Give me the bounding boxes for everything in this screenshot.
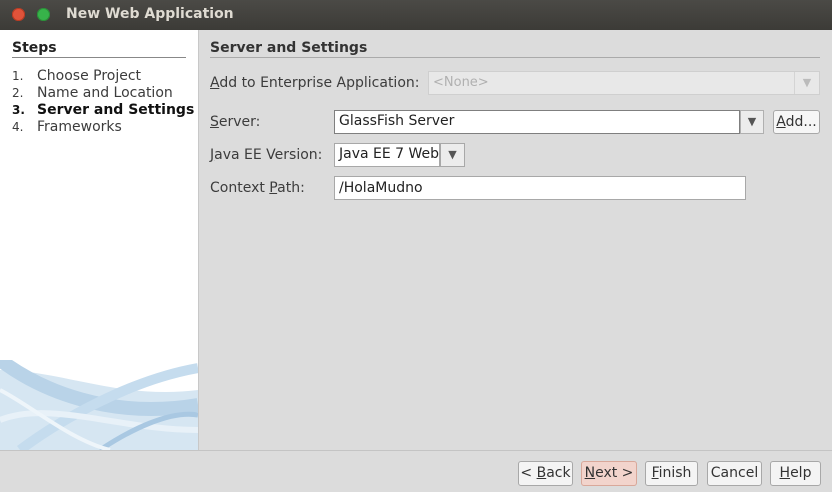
java-ee-version-dropdown-button[interactable]: ▼	[440, 143, 465, 167]
close-window-button[interactable]	[12, 8, 25, 21]
java-ee-version-value: Java EE 7 Web	[339, 146, 440, 162]
help-button[interactable]: Help	[770, 461, 821, 486]
button-bar-divider	[0, 450, 832, 451]
step-number: 2.	[12, 86, 24, 100]
section-title: Server and Settings	[210, 40, 368, 56]
chevron-down-icon: ▼	[794, 72, 819, 94]
java-ee-version-select[interactable]: Java EE 7 Web	[334, 143, 440, 167]
section-divider	[210, 57, 820, 58]
server-label: Server:	[210, 114, 261, 130]
cancel-button[interactable]: Cancel	[707, 461, 762, 486]
step-label: Frameworks	[37, 119, 122, 135]
enterprise-app-value: <None>	[433, 75, 489, 90]
back-button[interactable]: < Back	[518, 461, 573, 486]
panel-divider	[198, 30, 199, 450]
maximize-window-button[interactable]	[37, 8, 50, 21]
step-number: 4.	[12, 120, 24, 134]
step-number: 1.	[12, 69, 24, 83]
enterprise-app-label: Add to Enterprise Application:	[210, 75, 420, 91]
chevron-down-icon: ▼	[448, 148, 457, 161]
step-label: Name and Location	[37, 85, 173, 101]
steps-panel: Steps 1. Choose Project 2. Name and Locati…	[0, 30, 198, 450]
steps-divider	[12, 57, 186, 58]
next-button[interactable]: Next >	[581, 461, 637, 486]
window-title: New Web Application	[66, 6, 234, 22]
server-dropdown-button[interactable]: ▼	[740, 110, 764, 134]
title-bar: New Web Application	[0, 0, 832, 30]
add-server-button[interactable]: Add...	[773, 110, 820, 134]
steps-heading: Steps	[12, 40, 57, 56]
context-path-label: Context Path:	[210, 180, 305, 196]
swoosh-decoration-image	[0, 360, 198, 450]
java-ee-version-label: Java EE Version:	[210, 147, 323, 163]
step-label: Choose Project	[37, 68, 142, 84]
step-label: Server and Settings	[37, 102, 195, 118]
enterprise-app-select: <None> ▼	[428, 71, 820, 95]
server-value: GlassFish Server	[339, 113, 455, 129]
finish-button[interactable]: Finish	[645, 461, 698, 486]
server-select[interactable]: GlassFish Server	[334, 110, 740, 134]
step-number: 3.	[12, 103, 25, 117]
chevron-down-icon: ▼	[747, 115, 757, 128]
context-path-input[interactable]	[334, 176, 746, 200]
